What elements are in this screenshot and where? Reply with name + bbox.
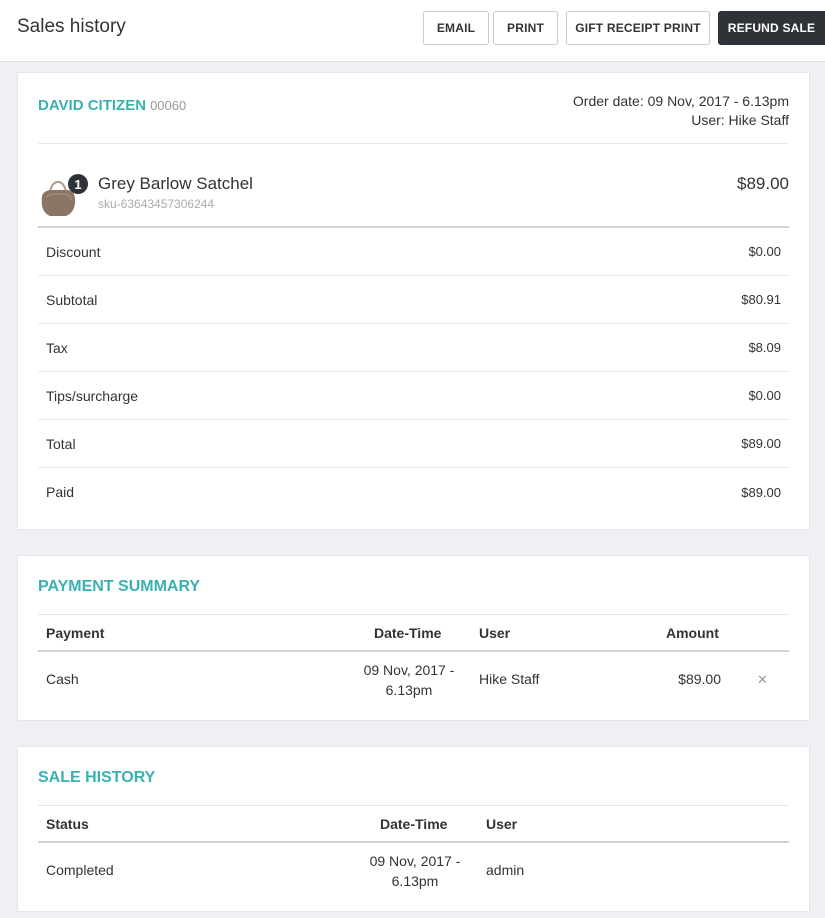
product-sku: sku-63643457306244 bbox=[98, 197, 215, 211]
summary-row-discount: Discount $0.00 bbox=[38, 228, 789, 276]
sale-history-card: SALE HISTORY Status Date-Time User Compl… bbox=[17, 746, 810, 912]
order-user: User: Hike Staff bbox=[691, 112, 789, 128]
summary-value: $89.00 bbox=[741, 484, 781, 500]
summary-row-total: Total $89.00 bbox=[38, 420, 789, 468]
summary-label: Subtotal bbox=[46, 291, 98, 308]
column-header-datetime: Date-Time bbox=[380, 816, 448, 832]
payment-datetime-line: 09 Nov, 2017 - bbox=[363, 662, 455, 678]
column-header-payment: Payment bbox=[46, 625, 105, 641]
divider bbox=[38, 143, 789, 144]
sale-datetime-line: 6.13pm bbox=[391, 873, 439, 889]
order-date: Order date: 09 Nov, 2017 - 6.13pm bbox=[572, 93, 789, 109]
summary-row-tax: Tax $8.09 bbox=[38, 324, 789, 372]
sale-status: Completed bbox=[46, 862, 114, 878]
product-price: $89.00 bbox=[737, 174, 789, 193]
summary-label: Discount bbox=[46, 243, 101, 260]
payment-amount: $89.00 bbox=[678, 671, 721, 687]
column-header-user: User bbox=[486, 816, 518, 832]
order-card: DAVID CITIZEN 00060 Order date: 09 Nov, 2… bbox=[17, 72, 810, 530]
sale-datetime: 09 Nov, 2017 - 6.13pm bbox=[354, 851, 476, 891]
divider bbox=[38, 614, 789, 615]
summary-label: Paid bbox=[46, 484, 75, 500]
summary-label: Tips/surcharge bbox=[46, 387, 139, 404]
payment-user: Hike Staff bbox=[479, 671, 540, 687]
summary-value: $0.00 bbox=[748, 244, 781, 259]
sale-user: admin bbox=[486, 862, 525, 878]
divider bbox=[38, 650, 789, 652]
payment-method: Cash bbox=[46, 671, 79, 687]
summary-row-subtotal: Subtotal $80.91 bbox=[38, 276, 789, 324]
page-title: Sales history bbox=[17, 16, 126, 37]
summary-value: $89.00 bbox=[741, 436, 781, 451]
email-button[interactable]: EMAIL bbox=[423, 11, 489, 45]
refund-sale-button[interactable]: REFUND SALE bbox=[718, 11, 825, 45]
summary-value: $80.91 bbox=[741, 292, 781, 307]
column-header-datetime: Date-Time bbox=[374, 625, 442, 641]
print-button[interactable]: PRINT bbox=[493, 11, 558, 45]
customer-name[interactable]: DAVID CITIZEN bbox=[38, 97, 146, 114]
sale-datetime-line: 09 Nov, 2017 - bbox=[369, 853, 461, 869]
top-bar: Sales history EMAIL PRINT GIFT RECEIPT P… bbox=[0, 0, 825, 62]
payment-datetime: 09 Nov, 2017 - 6.13pm bbox=[348, 660, 470, 700]
column-header-status: Status bbox=[46, 816, 89, 832]
payment-summary-card: PAYMENT SUMMARY Payment Date-Time User A… bbox=[17, 555, 810, 721]
quantity-badge: 1 bbox=[68, 174, 88, 194]
sale-history-title: SALE HISTORY bbox=[38, 769, 156, 786]
summary-row-tips: Tips/surcharge $0.00 bbox=[38, 372, 789, 420]
gift-receipt-print-button[interactable]: GIFT RECEIPT PRINT bbox=[566, 11, 710, 45]
order-meta: Order date: 09 Nov, 2017 - 6.13pm User: … bbox=[573, 92, 789, 130]
divider bbox=[38, 805, 789, 806]
product-name: Grey Barlow Satchel bbox=[98, 174, 253, 193]
summary-row-paid: Paid $89.00 bbox=[38, 468, 789, 516]
payment-datetime-line: 6.13pm bbox=[385, 682, 433, 698]
summary-value: $8.09 bbox=[748, 340, 781, 355]
column-header-user: User bbox=[479, 625, 511, 641]
summary-label: Tax bbox=[46, 339, 68, 356]
payment-summary-title: PAYMENT SUMMARY bbox=[38, 578, 201, 595]
divider bbox=[38, 841, 789, 843]
close-icon[interactable]: ✕ bbox=[757, 672, 768, 688]
column-header-amount: Amount bbox=[666, 625, 719, 641]
customer-code: 00060 bbox=[150, 98, 187, 113]
summary-label: Total bbox=[46, 435, 76, 452]
customer-name-row: DAVID CITIZEN 00060 bbox=[38, 97, 186, 114]
summary-value: $0.00 bbox=[748, 388, 781, 403]
